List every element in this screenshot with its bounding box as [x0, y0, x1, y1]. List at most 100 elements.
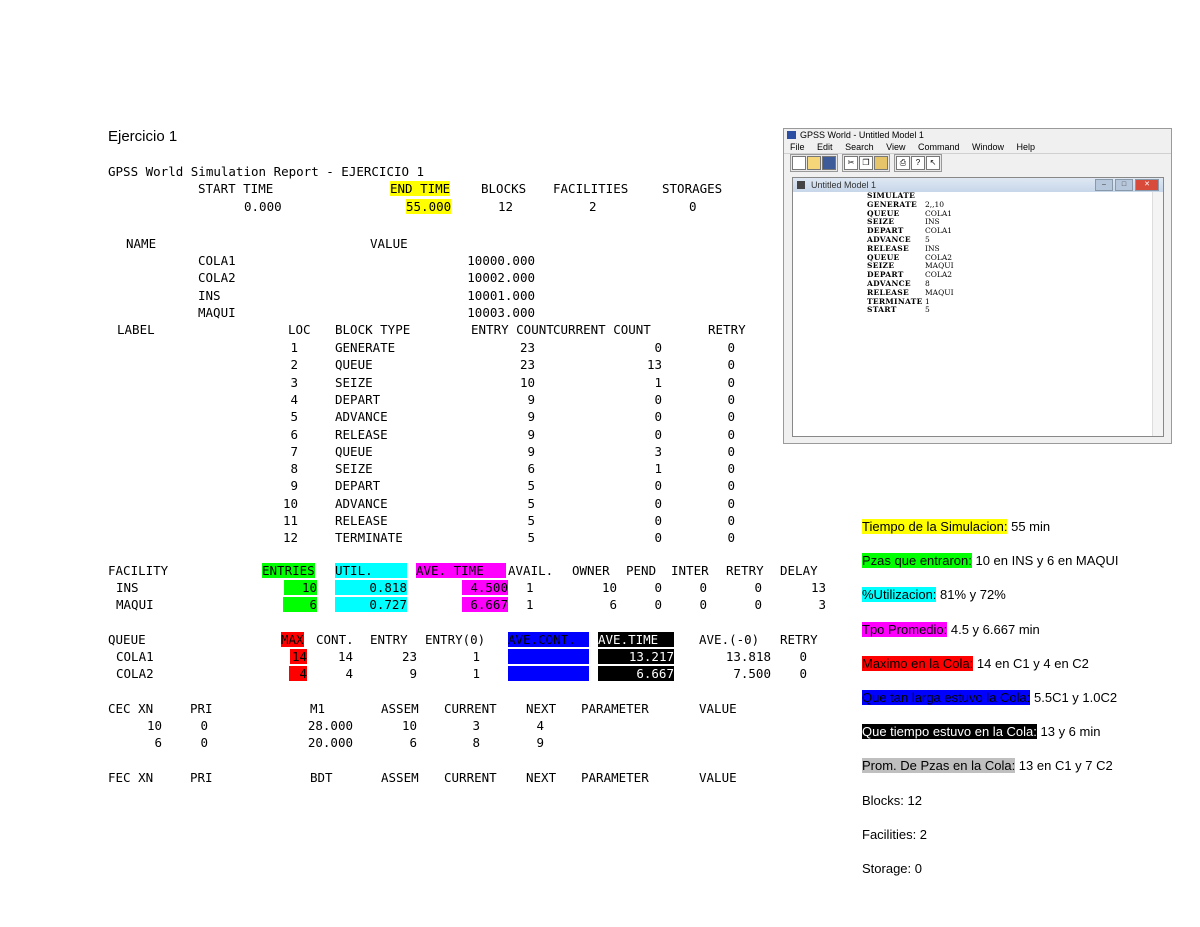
queue-name: COLA2 — [116, 666, 154, 682]
code-args: 5 — [925, 305, 930, 315]
block-retry: 0 — [727, 513, 735, 528]
block-type: SEIZE — [335, 461, 373, 477]
copy-icon[interactable]: ❐ — [859, 156, 873, 170]
block-current-count: 1 — [654, 374, 662, 390]
context-help-icon[interactable]: ↖ — [926, 156, 940, 170]
block-loc: 6 — [290, 426, 298, 442]
cec-cell: 10 — [401, 718, 417, 733]
paste-icon[interactable] — [874, 156, 888, 170]
block-current-count: 0 — [654, 478, 662, 494]
minimize-icon[interactable]: – — [1095, 179, 1113, 191]
queue-retry: 0 — [799, 666, 807, 682]
note-item: Tiempo de la Simulacion: 55 min — [862, 519, 1119, 553]
cec-header: NEXT — [526, 701, 557, 716]
facility-header-avail: AVAIL. — [508, 563, 554, 578]
block-loc: 1 — [290, 340, 298, 355]
block-loc: 12 — [282, 530, 298, 546]
facility-header-entries: ENTRIES — [262, 563, 315, 578]
open-folder-icon[interactable] — [807, 156, 821, 170]
block-entry-count: 9 — [527, 426, 535, 442]
menu-command[interactable]: Command — [918, 142, 960, 152]
help-icon[interactable]: ? — [911, 156, 925, 170]
facility-pend: 0 — [654, 597, 662, 613]
block-entry-count: 23 — [519, 357, 535, 373]
facility-header-delay: DELAY — [780, 563, 818, 578]
save-icon[interactable] — [822, 156, 836, 170]
note-item: Maximo en la Cola: 14 en C1 y 4 en C2 — [862, 655, 1119, 690]
cec-cell: 10 — [146, 718, 162, 733]
model-window[interactable]: Untitled Model 1 – □ ✕ SIMULATE GENERATE 2… — [792, 177, 1164, 437]
block-type: RELEASE — [335, 513, 388, 528]
model-window-title: Untitled Model 1 — [811, 180, 877, 190]
new-file-icon[interactable] — [792, 156, 806, 170]
menu-window[interactable]: Window — [972, 142, 1004, 152]
cec-cell: 3 — [472, 718, 480, 733]
queue-header-avetime: AVE.TIME — [598, 632, 674, 647]
note-item: Tpo Promedio: 4.5 y 6.667 min — [862, 621, 1119, 656]
queue-cont: 4 — [345, 666, 353, 682]
model-window-titlebar[interactable]: Untitled Model 1 – □ ✕ — [793, 178, 1163, 192]
cec-cell: 6 — [154, 735, 162, 751]
queue-cont: 14 — [337, 649, 353, 664]
names-row-name: MAQUI — [198, 304, 236, 320]
facility-avail: 1 — [526, 580, 534, 595]
block-current-count: 0 — [654, 426, 662, 442]
code-args: COLA2 — [925, 270, 953, 280]
menu-file[interactable]: File — [790, 142, 805, 152]
facility-pend: 0 — [654, 580, 662, 595]
fec-header: ASSEM — [381, 770, 419, 785]
maximize-icon[interactable]: □ — [1115, 179, 1133, 191]
window-titlebar[interactable]: GPSS World - Untitled Model 1 — [784, 129, 1171, 141]
summary-storages-header: STORAGES — [662, 181, 723, 196]
facility-avetime: 4.500 — [462, 580, 508, 595]
note-value: 55 min — [1007, 519, 1051, 534]
scrollbar[interactable] — [1152, 192, 1163, 436]
code-args: 5 — [925, 234, 930, 244]
block-retry: 0 — [727, 426, 735, 442]
close-icon[interactable]: ✕ — [1135, 179, 1159, 191]
fec-header: FEC XN — [108, 770, 154, 785]
block-loc: 5 — [290, 409, 298, 425]
menu-view[interactable]: View — [886, 142, 905, 152]
note-item: Storage: 0 — [862, 861, 1119, 895]
cec-header: VALUE — [699, 701, 737, 716]
block-retry: 0 — [727, 478, 735, 494]
print-icon[interactable]: ⎙ — [896, 156, 910, 170]
facility-header-util: UTIL. — [335, 563, 407, 578]
fec-header: NEXT — [526, 770, 557, 785]
block-retry: 0 — [727, 530, 735, 546]
block-retry: 0 — [727, 391, 735, 407]
block-loc: 8 — [290, 461, 298, 477]
menu-edit[interactable]: Edit — [817, 142, 833, 152]
model-code-editor[interactable]: SIMULATE GENERATE 2,,10 QUEUE COLA1 SEIZE INS D… — [867, 191, 954, 315]
note-label: Maximo en la Cola: — [862, 655, 974, 671]
cec-header: PARAMETER — [581, 701, 649, 716]
gpss-window[interactable]: GPSS World - Untitled Model 1 File Edit … — [783, 128, 1172, 444]
cec-header: CEC XN — [108, 701, 154, 716]
note-item: %Utilizacion: 81% y 72% — [862, 587, 1119, 621]
fec-header: PRI — [190, 770, 213, 785]
block-loc: 11 — [282, 513, 298, 528]
note-value: 5.5C1 y 1.0C2 — [1030, 689, 1118, 705]
names-header-name: NAME — [126, 236, 157, 251]
document-icon — [797, 181, 805, 189]
cut-icon[interactable]: ✂ — [844, 156, 858, 170]
summary-facilities-header: FACILITIES — [553, 181, 629, 196]
facility-inter: 0 — [699, 597, 707, 613]
note-label: Tpo Promedio: — [862, 621, 948, 637]
note-label: Facilities: 2 — [862, 826, 928, 842]
note-item: Pzas que entraron: 10 en INS y 6 en MAQU… — [862, 553, 1119, 587]
code-args: INS — [925, 217, 940, 227]
menu-search[interactable]: Search — [845, 142, 874, 152]
note-value: 13 en C1 y 7 C2 — [1015, 758, 1113, 774]
block-type: QUEUE — [335, 357, 373, 373]
note-label: Pzas que entraron: — [862, 553, 972, 569]
cec-cell: 28.000 — [307, 718, 353, 733]
menu-help[interactable]: Help — [1017, 142, 1036, 152]
block-current-count: 0 — [654, 530, 662, 546]
note-label: Prom. De Pzas en la Cola: — [862, 758, 1016, 774]
block-entry-count: 5 — [527, 513, 535, 528]
blocks-header-type: BLOCK TYPE — [335, 322, 411, 337]
block-entry-count: 5 — [527, 530, 535, 546]
facility-entries: 6 — [283, 597, 317, 613]
